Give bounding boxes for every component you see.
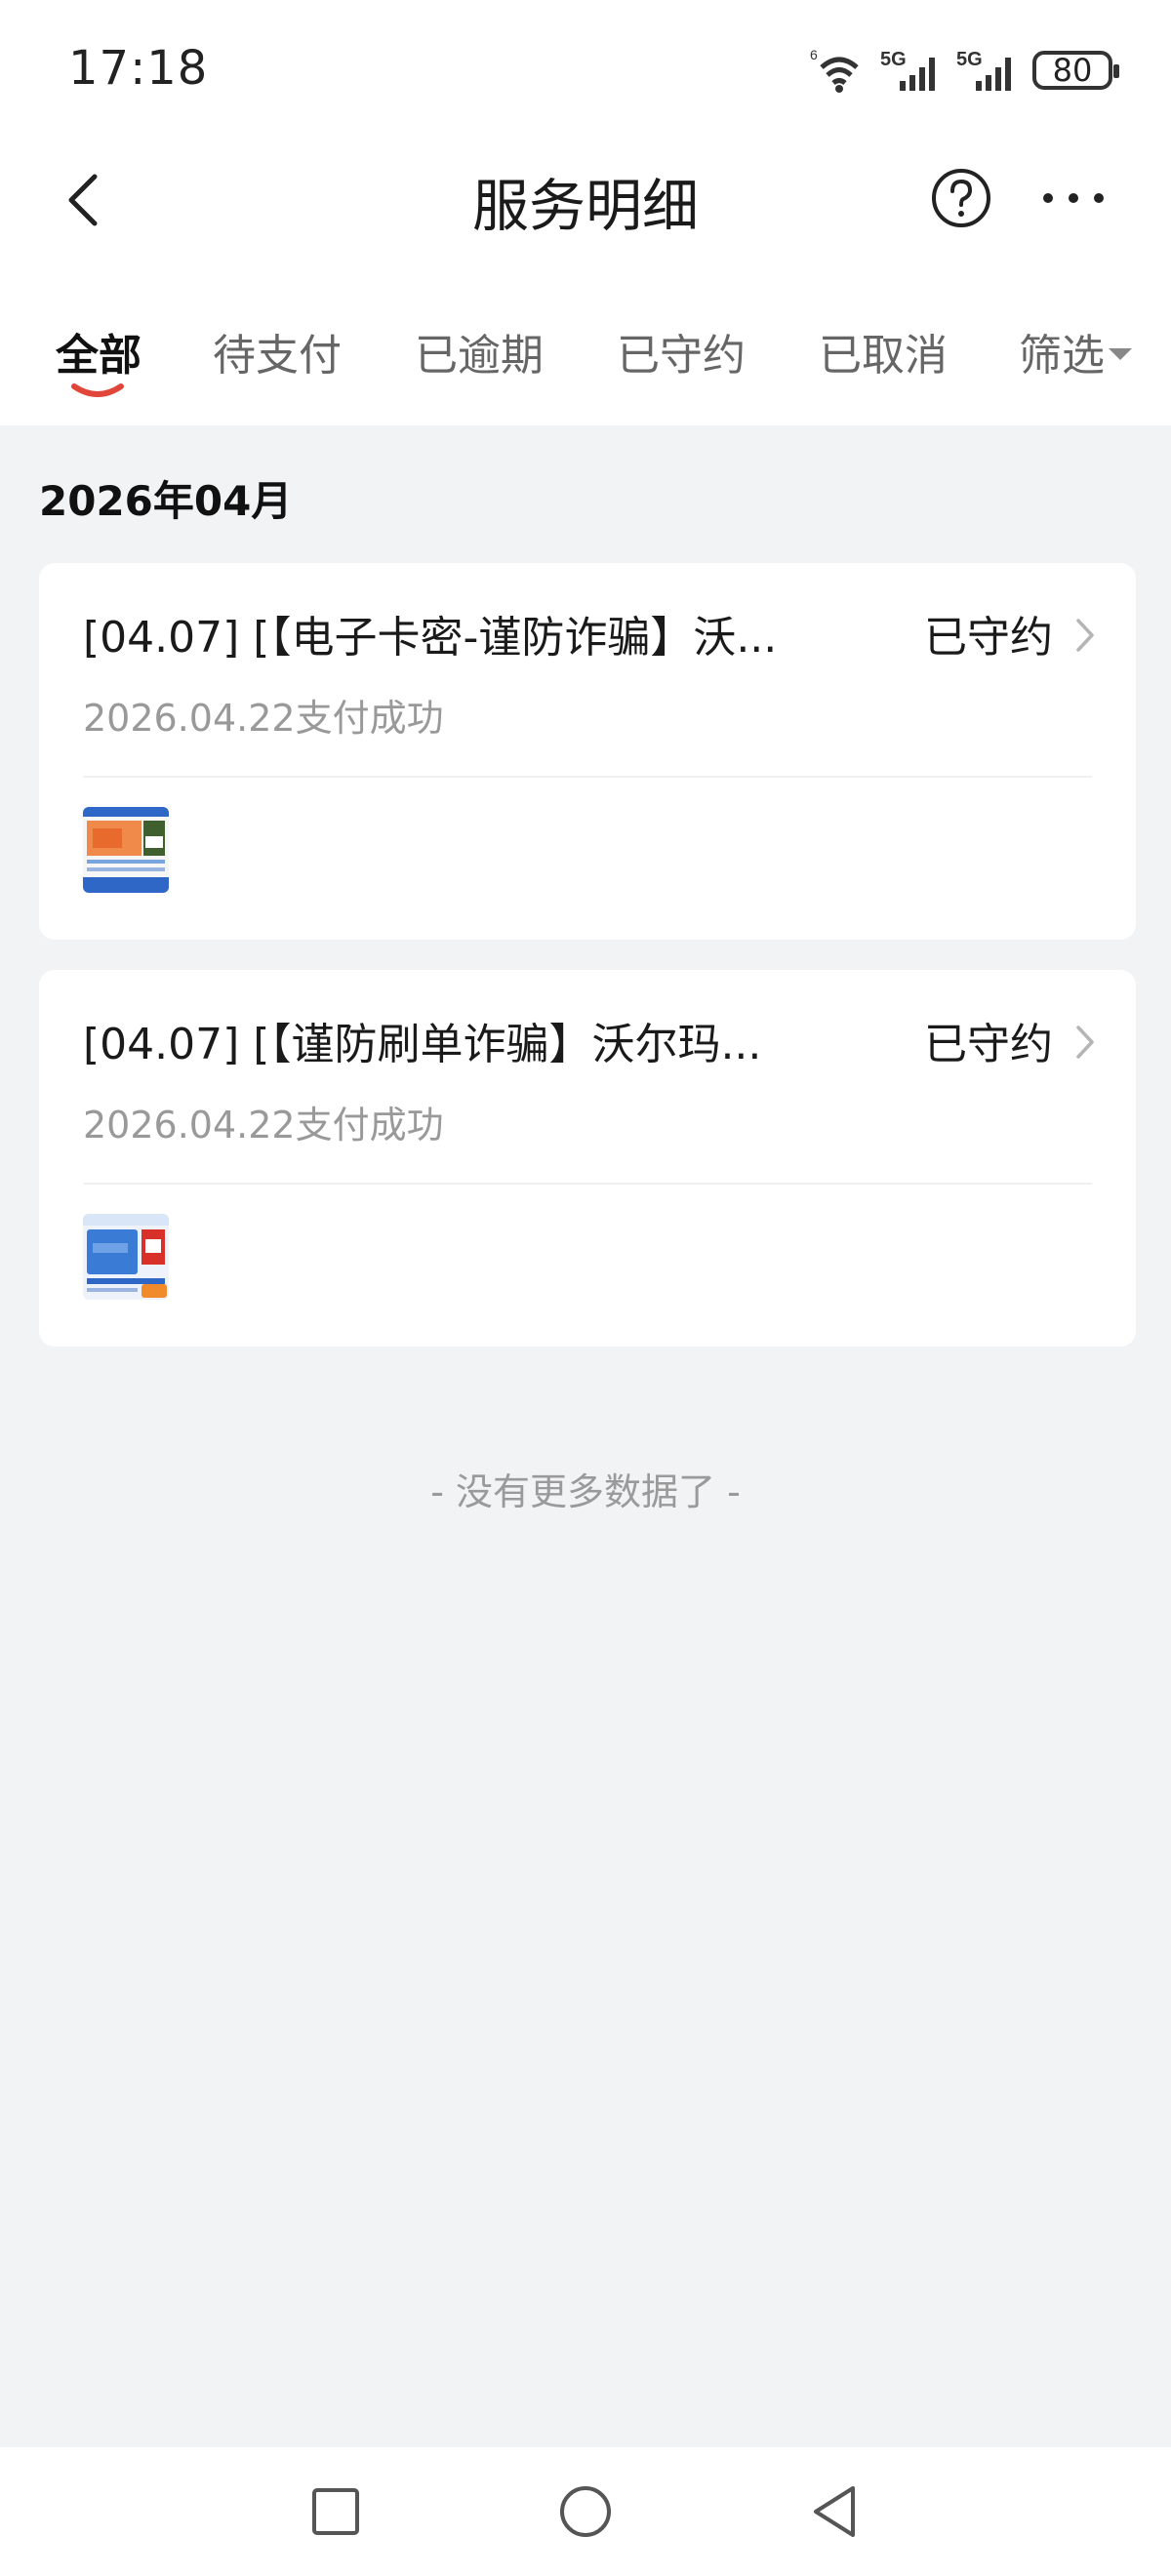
tab-cancelled[interactable]: 已取消 bbox=[819, 320, 948, 382]
chevron-right-icon bbox=[1076, 1026, 1094, 1059]
tab-all[interactable]: 全部 bbox=[56, 320, 141, 382]
filter-button[interactable]: 筛选 bbox=[1019, 320, 1132, 382]
tab-pending-payment[interactable]: 待支付 bbox=[213, 320, 342, 382]
divider bbox=[83, 1183, 1092, 1185]
tab-fulfilled[interactable]: 已守约 bbox=[617, 320, 746, 382]
month-heading: 2026年04月 bbox=[39, 477, 293, 525]
network-label-1: 5G bbox=[880, 49, 907, 70]
divider bbox=[83, 776, 1092, 778]
order-title: [04.07] [【谨防刷单诈骗】沃尔玛... bbox=[83, 1020, 762, 1069]
battery-icon: 80 bbox=[1032, 51, 1119, 90]
status-time: 17:18 bbox=[68, 41, 209, 96]
gift-card-image bbox=[83, 807, 169, 893]
status-icons: 6 5G 5G 80 bbox=[808, 43, 1119, 98]
filter-label: 筛选 bbox=[1019, 331, 1105, 381]
order-title: [04.07] [【电子卡密-谨防诈骗】沃... bbox=[83, 613, 778, 663]
gift-card-image bbox=[83, 1214, 169, 1300]
recent-apps-icon[interactable] bbox=[304, 2480, 367, 2543]
order-card[interactable]: [04.07] [【谨防刷单诈骗】沃尔玛... 已守约 2026.04.22支付… bbox=[39, 970, 1136, 1347]
signal-icon-2: 5G bbox=[956, 49, 1011, 91]
home-icon[interactable] bbox=[554, 2480, 617, 2543]
order-card[interactable]: [04.07] [【电子卡密-谨防诈骗】沃... 已守约 2026.04.22支… bbox=[39, 563, 1136, 940]
question-circle-icon bbox=[932, 169, 990, 227]
signal-icon-1: 5G bbox=[880, 49, 935, 91]
caret-down-icon bbox=[1109, 348, 1132, 360]
network-label-2: 5G bbox=[956, 49, 983, 70]
battery-level: 80 bbox=[1052, 52, 1093, 89]
active-tab-indicator bbox=[71, 383, 124, 397]
wifi-icon: 6 bbox=[810, 47, 859, 93]
chevron-right-icon bbox=[1076, 619, 1094, 652]
page-title: 服务明细 bbox=[471, 173, 699, 239]
order-payment-date: 2026.04.22支付成功 bbox=[83, 1104, 444, 1147]
wifi-badge: 6 bbox=[810, 47, 818, 62]
back-triangle-icon[interactable] bbox=[804, 2480, 867, 2543]
system-nav-bar bbox=[0, 2447, 1171, 2576]
status-bar: 17:18 6 5G 5G 80 bbox=[0, 0, 1171, 137]
order-status: 已守约 bbox=[924, 1020, 1053, 1069]
more-button[interactable] bbox=[1034, 164, 1112, 232]
more-dots-icon bbox=[1043, 193, 1104, 203]
tab-overdue[interactable]: 已逾期 bbox=[415, 320, 544, 382]
help-button[interactable] bbox=[927, 164, 995, 232]
product-thumbnail[interactable] bbox=[83, 1214, 169, 1300]
app-header: 服务明细 bbox=[0, 137, 1171, 263]
status-tabs: 全部 待支付 已逾期 已守约 已取消 筛选 bbox=[0, 263, 1171, 425]
no-more-data-text: - 没有更多数据了 - bbox=[430, 1470, 741, 1513]
order-payment-date: 2026.04.22支付成功 bbox=[83, 697, 444, 740]
product-thumbnail[interactable] bbox=[83, 807, 169, 893]
order-status: 已守约 bbox=[924, 613, 1053, 663]
